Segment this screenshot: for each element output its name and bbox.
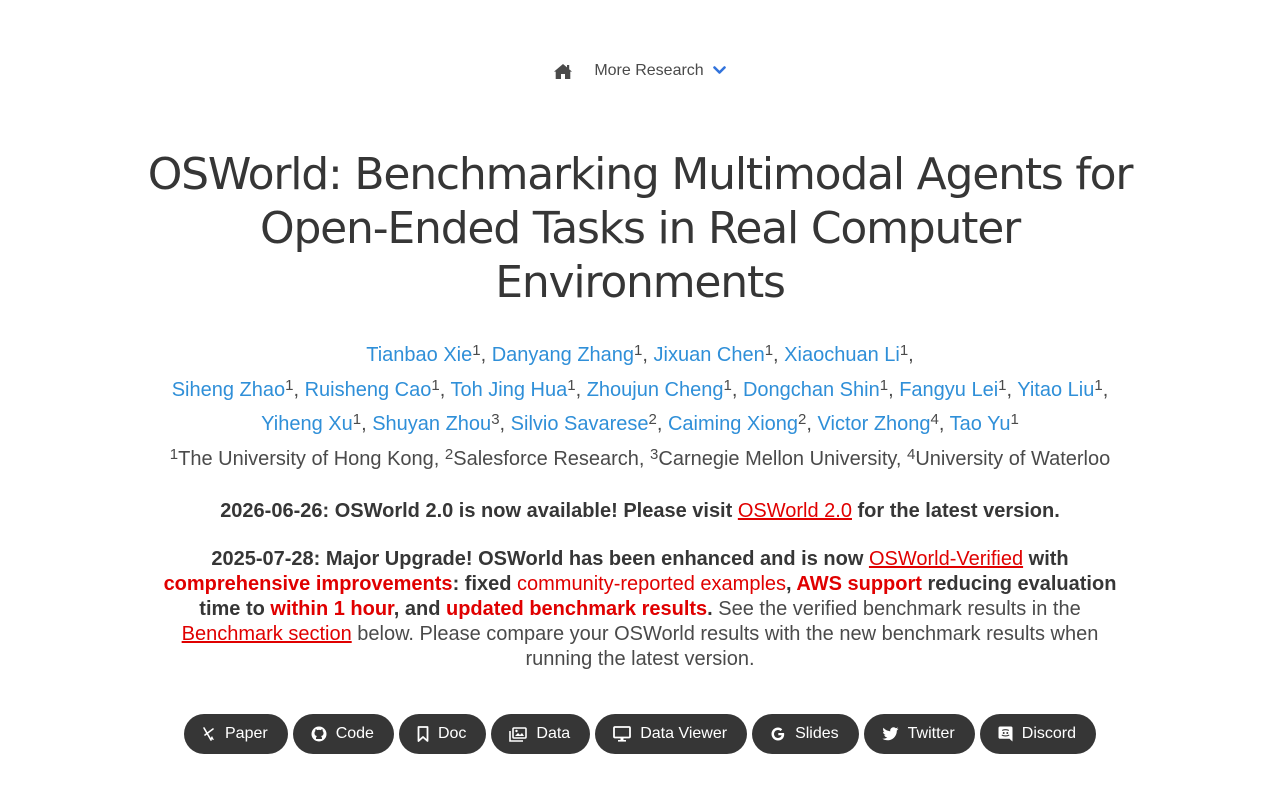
author-link[interactable]: Yiheng Xu (261, 413, 353, 435)
affiliation-name: The University of Hong Kong (178, 448, 434, 470)
announcement-text: for the latest version. (851, 500, 1060, 522)
highlight-text: within 1 hour (270, 598, 394, 620)
affiliation-number: 1 (472, 342, 481, 359)
affiliation-number: 2 (444, 446, 454, 463)
affiliation-number: 1 (998, 376, 1007, 394)
author-line-3: Yiheng Xu1, Shuyan Zhou3, Silvio Savares… (261, 411, 1019, 435)
link-buttons: Paper Code Doc Data Data Viewer Slides T… (0, 714, 1280, 754)
announcement-text: : fixed (452, 573, 518, 595)
author-link[interactable]: Fangyu Lei (899, 379, 998, 401)
affiliations: 1The University of Hong Kong, 2Salesforc… (169, 446, 1111, 470)
slides-button-label: Slides (795, 725, 839, 742)
affiliation-number: 2 (798, 411, 807, 428)
author-link[interactable]: Xiaochuan Li (784, 344, 900, 366)
community-examples-link[interactable]: community-reported examples (517, 573, 786, 595)
page-title: OSWorld: Benchmarking Multimodal Agents … (147, 149, 1134, 308)
author-link[interactable]: Yitao Liu (1017, 379, 1094, 401)
announcement-major-upgrade: 2025-07-28: Major Upgrade! OSWorld has b… (160, 547, 1120, 672)
benchmark-section-link[interactable]: Benchmark section (182, 623, 352, 645)
highlight-text: comprehensive improvements (163, 573, 453, 595)
more-research-label: More Research (594, 62, 704, 79)
affiliation-number: 1 (431, 376, 440, 394)
announcement-text: , and (393, 598, 446, 620)
data-button-label: Data (536, 725, 571, 742)
author-link[interactable]: Tianbao Xie (366, 344, 472, 366)
affiliation-number: 1 (1010, 411, 1019, 428)
author-link[interactable]: Shuyan Zhou (372, 413, 491, 435)
announcement-text: below. Please compare your OSWorld resul… (351, 623, 1099, 670)
author-line-2: Siheng Zhao1, Ruisheng Cao1, Toh Jing Hu… (171, 376, 1109, 401)
more-research-dropdown[interactable]: More Research (594, 62, 726, 80)
announcement-text: , (786, 573, 797, 595)
highlight-text: updated benchmark results (445, 598, 708, 620)
affiliation-number: 1 (169, 446, 179, 463)
affiliation-number: 1 (879, 376, 889, 394)
author-link[interactable]: Ruisheng Cao (305, 379, 432, 401)
announcement-text: with (1023, 548, 1069, 570)
twitter-icon (882, 727, 899, 741)
osworld-verified-link[interactable]: OSWorld-Verified (869, 548, 1023, 570)
author-list: Tianbao Xie1, Danyang Zhang1, Jixuan Che… (140, 338, 1140, 442)
slides-button[interactable]: Slides (752, 714, 859, 754)
doc-button-label: Doc (437, 725, 467, 742)
author-link[interactable]: Caiming Xiong (668, 413, 798, 435)
highlight-text: AWS support (796, 573, 922, 595)
author-link[interactable]: Silvio Savarese (511, 413, 649, 435)
author-link[interactable]: Jixuan Chen (654, 344, 765, 366)
paper-button-label: Paper (225, 725, 268, 742)
affiliation-number: 3 (491, 411, 500, 428)
data-button[interactable]: Data (491, 714, 591, 754)
announcement-osworld-2: 2026-06-26: OSWorld 2.0 is now available… (140, 497, 1140, 525)
author-link[interactable]: Zhoujun Cheng (587, 379, 724, 401)
paper-button[interactable]: Paper (184, 714, 288, 754)
twitter-button-label: Twitter (907, 725, 955, 742)
affiliation-number: 1 (1094, 376, 1103, 394)
images-icon (509, 726, 528, 742)
discord-button-label: Discord (1021, 725, 1076, 742)
affiliation-number: 1 (285, 376, 294, 394)
affiliation-number: 1 (764, 342, 774, 359)
announcement-text: 2025-07-28: Major Upgrade! OSWorld has b… (211, 548, 869, 570)
affiliation-name: Salesforce Research (453, 448, 639, 470)
author-line-1: Tianbao Xie1, Danyang Zhang1, Jixuan Che… (366, 342, 914, 366)
code-button[interactable]: Code (292, 714, 394, 754)
announcement-text: 2026-06-26: OSWorld 2.0 is now available… (220, 500, 738, 522)
paper-icon (202, 726, 216, 742)
author-link[interactable]: Dongchan Shin (743, 379, 880, 401)
announcement-text: See the verified benchmark results in th… (712, 598, 1081, 620)
data-viewer-button[interactable]: Data Viewer (595, 714, 748, 754)
author-link[interactable]: Victor Zhong (818, 413, 931, 435)
affiliation-number: 1 (899, 342, 909, 359)
affiliation-number: 1 (723, 376, 732, 394)
data-viewer-button-label: Data Viewer (640, 725, 728, 742)
author-link[interactable]: Tao Yu (950, 413, 1011, 435)
author-link[interactable]: Toh Jing Hua (450, 379, 567, 401)
author-link[interactable]: Danyang Zhang (492, 344, 634, 366)
top-nav: More Research (0, 62, 1280, 80)
affiliation-number: 2 (648, 411, 657, 428)
bookmark-icon (417, 726, 429, 742)
home-icon[interactable] (554, 63, 573, 79)
author-link[interactable]: Siheng Zhao (172, 379, 285, 401)
affiliation-name: University of Waterloo (915, 448, 1111, 470)
affiliation-number: 4 (930, 411, 939, 428)
affiliation-number: 1 (567, 376, 576, 394)
discord-button[interactable]: Discord (979, 714, 1096, 754)
google-icon (770, 726, 786, 742)
code-button-label: Code (335, 725, 374, 742)
affiliation-number: 1 (634, 342, 643, 359)
affiliation-name: Carnegie Mellon University (658, 448, 896, 470)
discord-icon (998, 726, 1013, 742)
github-icon (311, 726, 327, 742)
affiliation-number: 1 (352, 411, 362, 428)
monitor-icon (613, 726, 632, 742)
chevron-down-icon (712, 62, 726, 80)
doc-button[interactable]: Doc (398, 714, 487, 754)
osworld-2-link[interactable]: OSWorld 2.0 (738, 500, 852, 522)
twitter-button[interactable]: Twitter (863, 714, 975, 754)
